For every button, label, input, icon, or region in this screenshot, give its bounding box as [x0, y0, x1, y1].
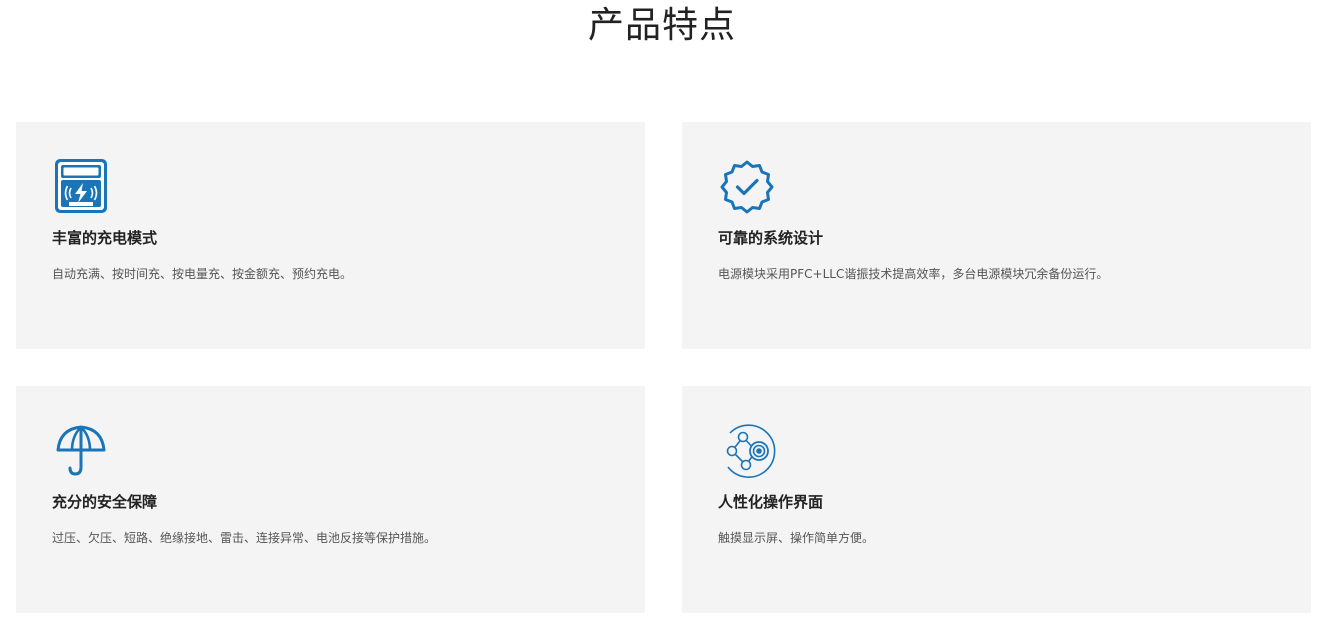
feature-description: 过压、欠压、短路、绝缘接地、雷击、连接异常、电池反接等保护措施。: [52, 531, 437, 545]
feature-card-friendly-interface: 人性化操作界面 触摸显示屏、操作简单方便。: [682, 386, 1311, 613]
umbrella-icon: [52, 421, 110, 479]
badge-check-icon: [718, 157, 776, 215]
feature-description: 触摸显示屏、操作简单方便。: [718, 531, 875, 545]
network-nodes-icon: [718, 421, 776, 479]
feature-description: 电源模块采用PFC+LLC谐振技术提高效率，多台电源模块冗余备份运行。: [718, 267, 1109, 281]
page-title: 产品特点: [587, 5, 736, 46]
feature-card-charging-modes: 丰富的充电模式 自动充满、按时间充、按电量充、按金额充、预约充电。: [16, 122, 645, 349]
feature-title: 可靠的系统设计: [718, 229, 824, 247]
feature-card-safety-protection: 充分的安全保障 过压、欠压、短路、绝缘接地、雷击、连接异常、电池反接等保护措施。: [16, 386, 645, 613]
feature-grid: 丰富的充电模式 自动充满、按时间充、按电量充、按金额充、预约充电。 可靠的系统设…: [16, 122, 1311, 613]
feature-card-reliable-design: 可靠的系统设计 电源模块采用PFC+LLC谐振技术提高效率，多台电源模块冗余备份…: [682, 122, 1311, 349]
feature-title: 人性化操作界面: [718, 493, 824, 511]
feature-description: 自动充满、按时间充、按电量充、按金额充、预约充电。: [52, 267, 353, 281]
charging-meter-icon: [52, 157, 110, 215]
feature-title: 充分的安全保障: [52, 493, 158, 511]
feature-title: 丰富的充电模式: [52, 229, 158, 247]
